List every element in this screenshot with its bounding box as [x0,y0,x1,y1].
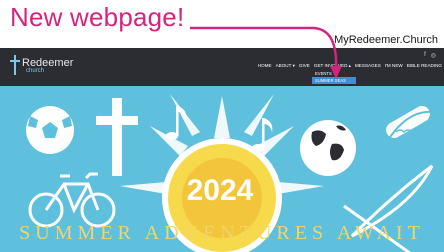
hot-dog-icon [386,106,433,141]
soccer-ball-icon [26,106,74,154]
nav-bible-reading[interactable]: BIBLE READING [407,63,442,69]
nav-about[interactable]: ABOUT ▾ [276,63,295,69]
dropdown-item-summer-seas[interactable]: SUMMER SEAS [312,77,356,84]
facebook-icon[interactable]: f [424,52,426,59]
bicycle-icon [28,172,116,228]
cross-icon [96,98,138,176]
hero-tagline: SUMMER ADVENTURES AWAIT [19,222,425,244]
music-note-icon [166,106,187,140]
nav-im-new[interactable]: I'M NEW [385,63,403,69]
nav-messages[interactable]: MESSAGES [355,63,381,69]
dropdown-item-events[interactable]: EVENTS [312,70,356,77]
site-navbar: Redeemer church f ◎ HOME ABOUT ▾ GIVE GE… [0,48,444,121]
instagram-icon[interactable]: ◎ [431,52,436,59]
hero-year: 2024 [186,174,254,207]
logo-sub: church [26,68,45,74]
nav-give[interactable]: GIVE [299,63,310,69]
logo-name[interactable]: Redeemer [22,58,73,69]
site-url-label: MyRedeemer.Church [334,34,438,46]
globe-icon [300,120,356,176]
cross-logo-icon [10,55,20,75]
social-links: f ◎ [424,52,436,59]
nav-home[interactable]: HOME [258,63,272,69]
annotation-headline: New webpage! [10,2,185,32]
